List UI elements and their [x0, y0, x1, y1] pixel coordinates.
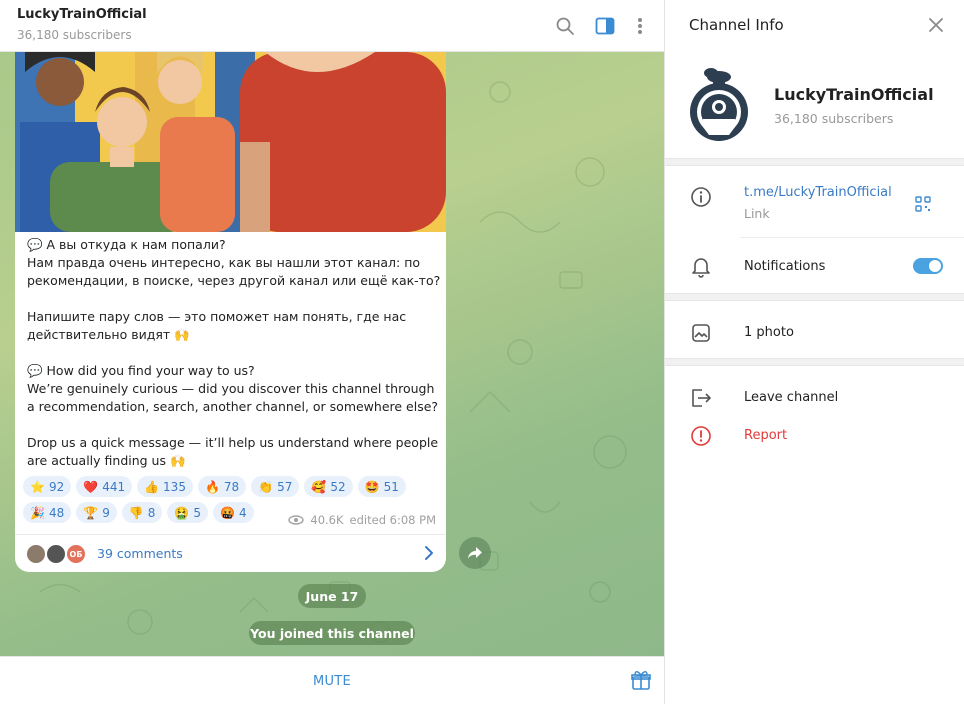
- chat-subscribers: 36,180 subscribers: [17, 28, 132, 42]
- channel-avatar[interactable]: [689, 67, 749, 142]
- mute-button[interactable]: MUTE: [0, 657, 664, 704]
- reaction-thumbs-down[interactable]: 👎 8: [121, 502, 163, 523]
- avatar: [45, 543, 67, 565]
- qr-code-icon[interactable]: [911, 192, 935, 216]
- link-caption: Link: [744, 206, 770, 221]
- section-divider: [665, 158, 964, 166]
- bottom-bar: MUTE: [0, 656, 664, 704]
- report-icon: [689, 424, 713, 448]
- views-count: 40.6K: [310, 513, 344, 527]
- gift-icon[interactable]: [630, 669, 652, 691]
- channel-info-panel: Channel Info LuckyTrainOfficial 36,180 s…: [664, 0, 964, 704]
- chevron-right-icon[interactable]: [424, 545, 434, 565]
- post-line: Напишите пару слов — это поможет нам пон…: [27, 309, 407, 342]
- joined-pill: You joined this channel: [249, 621, 415, 645]
- close-icon[interactable]: [927, 16, 945, 34]
- channel-post: 💬 А вы откуда к нам попали? Нам правда о…: [15, 52, 446, 572]
- comments-bar[interactable]: ОБ 39 comments: [15, 534, 446, 572]
- post-line: We’re genuinely curious — did you discov…: [27, 381, 439, 414]
- info-icon: [689, 185, 713, 209]
- sidebar-toggle-icon[interactable]: [593, 14, 617, 38]
- avatar: [25, 543, 47, 565]
- chat-header: LuckyTrainOfficial 36,180 subscribers: [0, 0, 664, 52]
- post-line: 💬 How did you find your way to us?: [27, 363, 255, 378]
- reaction-clap[interactable]: 👏 57: [251, 476, 300, 497]
- share-icon[interactable]: [459, 537, 491, 569]
- post-meta: 40.6K edited 6:08 PM: [288, 513, 436, 527]
- post-text: 💬 А вы откуда к нам попали? Нам правда о…: [27, 236, 442, 470]
- reaction-star-struck[interactable]: 🤩 51: [357, 476, 406, 497]
- leave-channel-button[interactable]: Leave channel: [744, 390, 838, 405]
- more-vertical-icon[interactable]: [628, 14, 652, 38]
- search-icon[interactable]: [553, 14, 577, 38]
- date-pill: June 17: [298, 584, 366, 608]
- telegram-app: LuckyTrainOfficial 36,180 subscribers 💬 …: [0, 0, 964, 704]
- chat-title[interactable]: LuckyTrainOfficial: [17, 7, 147, 22]
- post-illustration[interactable]: [15, 52, 446, 232]
- post-line: 💬 А вы откуда к нам попали?: [27, 237, 226, 252]
- reaction-heart[interactable]: ❤️ 441: [76, 476, 133, 497]
- edited-time: edited 6:08 PM: [349, 513, 436, 527]
- panel-title: Channel Info: [689, 16, 784, 34]
- reaction-love-face[interactable]: 🥰 52: [304, 476, 353, 497]
- bell-icon: [689, 255, 713, 279]
- reaction-fire[interactable]: 🔥 78: [197, 476, 247, 497]
- report-button[interactable]: Report: [744, 428, 787, 443]
- leave-icon: [689, 386, 713, 410]
- views-eye-icon: [288, 515, 305, 525]
- row-divider: [740, 237, 964, 238]
- reaction-thumbs-up[interactable]: 👍 135: [137, 476, 193, 497]
- post-line: Нам правда очень интересно, как вы нашли…: [27, 255, 441, 288]
- photos-row[interactable]: 1 photo: [744, 325, 794, 340]
- photo-icon: [689, 321, 713, 345]
- reaction-angry[interactable]: 🤬 4: [213, 502, 254, 523]
- channel-link[interactable]: t.me/LuckyTrainOfficial: [744, 185, 892, 200]
- commenter-avatars: ОБ: [25, 543, 89, 565]
- section-divider: [665, 293, 964, 301]
- section-divider: [665, 358, 964, 366]
- notifications-toggle[interactable]: [913, 258, 943, 274]
- reaction-trophy[interactable]: 🏆 9: [76, 502, 117, 523]
- notifications-label: Notifications: [744, 259, 826, 274]
- comments-count[interactable]: 39 comments: [97, 546, 183, 561]
- channel-name: LuckyTrainOfficial: [774, 85, 934, 104]
- reaction-vomit[interactable]: 🤮 5: [167, 502, 209, 523]
- reaction-star[interactable]: ⭐ 92: [23, 476, 72, 497]
- chat-area: LuckyTrainOfficial 36,180 subscribers 💬 …: [0, 0, 664, 704]
- channel-subscribers: 36,180 subscribers: [774, 111, 894, 126]
- reaction-party[interactable]: 🎉 48: [23, 502, 72, 523]
- post-line: Drop us a quick message — it’ll help us …: [27, 435, 439, 468]
- avatar: ОБ: [65, 543, 87, 565]
